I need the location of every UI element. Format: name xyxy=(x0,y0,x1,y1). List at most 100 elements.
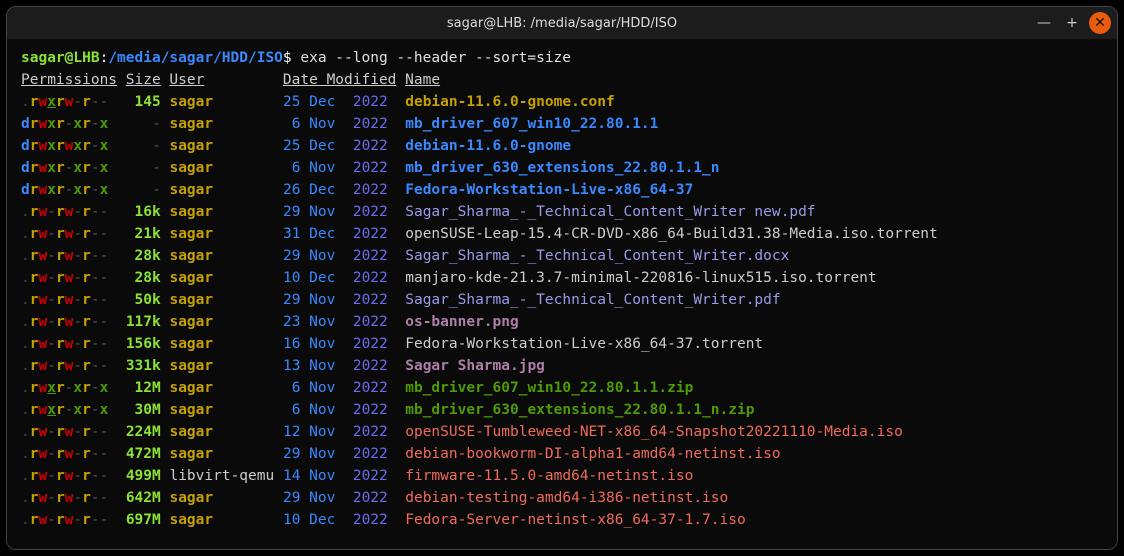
prompt-user-host: sagar@LHB xyxy=(21,50,100,66)
date-year: 2022 xyxy=(353,226,388,242)
date-mon: Nov xyxy=(309,336,335,352)
user-cell: sagar xyxy=(169,490,274,506)
window-controls: — + ✕ xyxy=(1033,7,1111,39)
file-name: mb_driver_607_win10_22.80.1.1 xyxy=(405,116,658,132)
date-year: 2022 xyxy=(353,160,388,176)
size-cell: - xyxy=(126,138,161,154)
date-mon: Nov xyxy=(309,424,335,440)
date-year: 2022 xyxy=(353,116,388,132)
file-name: openSUSE-Tumbleweed-NET-x86_64-Snapshot2… xyxy=(405,424,903,440)
date-mon: Nov xyxy=(309,468,335,484)
date-mon: Nov xyxy=(309,292,335,308)
file-name: debian-11.6.0-gnome xyxy=(405,138,571,154)
size-cell: 16k xyxy=(126,204,161,220)
size-cell: - xyxy=(126,116,161,132)
date-mon: Nov xyxy=(309,116,335,132)
file-name: firmware-11.5.0-amd64-netinst.iso xyxy=(405,468,693,484)
date-day: 6 xyxy=(283,116,300,132)
date-year: 2022 xyxy=(353,94,388,110)
perm-cell: .rwxr-xr-x xyxy=(21,380,108,396)
date-mon: Dec xyxy=(309,182,335,198)
size-cell: 28k xyxy=(126,248,161,264)
file-name: mb_driver_607_win10_22.80.1.1.zip xyxy=(405,380,693,396)
size-cell: 697M xyxy=(126,512,161,528)
file-name: Sagar_Sharma_-_Technical_Content_Writer.… xyxy=(405,248,789,264)
file-name: Fedora-Server-netinst-x86_64-37-1.7.iso xyxy=(405,512,745,528)
size-cell: 21k xyxy=(126,226,161,242)
date-mon: Dec xyxy=(309,138,335,154)
size-cell: 472M xyxy=(126,446,161,462)
col-permissions: Permissions xyxy=(21,72,117,88)
date-mon: Nov xyxy=(309,402,335,418)
date-day: 6 xyxy=(283,380,300,396)
perm-cell: .rwxr-xr-x xyxy=(21,402,108,418)
date-day: 29 xyxy=(283,490,300,506)
maximize-button[interactable]: + xyxy=(1061,12,1083,34)
file-name: Sagar Sharma.jpg xyxy=(405,358,545,374)
date-day: 25 xyxy=(283,94,300,110)
perm-cell: .rw-rw-r-- xyxy=(21,270,108,286)
size-cell: 50k xyxy=(126,292,161,308)
file-name: mb_driver_630_extensions_22.80.1.1_n.zip xyxy=(405,402,754,418)
file-name: Fedora-Workstation-Live-x86_64-37 xyxy=(405,182,693,198)
date-year: 2022 xyxy=(353,402,388,418)
user-cell: sagar xyxy=(169,94,274,110)
terminal-viewport[interactable]: sagar@LHB:/media/sagar/HDD/ISO$ exa --lo… xyxy=(7,39,1117,549)
perm-cell: .rw-rw-r-- xyxy=(21,490,108,506)
close-button[interactable]: ✕ xyxy=(1089,12,1111,34)
perm-cell: drwxr-xr-x xyxy=(21,160,108,176)
date-mon: Nov xyxy=(309,314,335,330)
date-mon: Nov xyxy=(309,380,335,396)
user-cell: sagar xyxy=(169,336,274,352)
date-day: 13 xyxy=(283,358,300,374)
file-name: debian-testing-amd64-i386-netinst.iso xyxy=(405,490,728,506)
perm-cell: .rw-rw-r-- xyxy=(21,248,108,264)
user-cell: sagar xyxy=(169,314,274,330)
size-cell: - xyxy=(126,182,161,198)
size-cell: 30M xyxy=(126,402,161,418)
size-cell: 331k xyxy=(126,358,161,374)
date-year: 2022 xyxy=(353,358,388,374)
date-year: 2022 xyxy=(353,468,388,484)
date-mon: Nov xyxy=(309,248,335,264)
perm-cell: .rw-rw-r-- xyxy=(21,204,108,220)
size-cell: 642M xyxy=(126,490,161,506)
perm-cell: .rw-rw-r-- xyxy=(21,226,108,242)
file-name: openSUSE-Leap-15.4-CR-DVD-x86_64-Build31… xyxy=(405,226,938,242)
file-name: manjaro-kde-21.3.7-minimal-220816-linux5… xyxy=(405,270,876,286)
perm-cell: drwxr-xr-x xyxy=(21,116,108,132)
date-year: 2022 xyxy=(353,270,388,286)
user-cell: sagar xyxy=(169,160,274,176)
date-day: 23 xyxy=(283,314,300,330)
size-cell: 499M xyxy=(126,468,161,484)
size-cell: 12M xyxy=(126,380,161,396)
date-day: 29 xyxy=(283,248,300,264)
date-year: 2022 xyxy=(353,204,388,220)
file-name: mb_driver_630_extensions_22.80.1.1_n xyxy=(405,160,719,176)
date-day: 25 xyxy=(283,138,300,154)
date-mon: Nov xyxy=(309,358,335,374)
user-cell: sagar xyxy=(169,116,274,132)
date-day: 26 xyxy=(283,182,300,198)
date-day: 10 xyxy=(283,512,300,528)
file-name: Sagar_Sharma_-_Technical_Content_Writer.… xyxy=(405,292,780,308)
prompt-symbol: $ xyxy=(283,50,292,66)
date-day: 29 xyxy=(283,292,300,308)
file-name: debian-11.6.0-gnome.conf xyxy=(405,94,615,110)
date-year: 2022 xyxy=(353,292,388,308)
user-cell: sagar xyxy=(169,424,274,440)
minimize-button[interactable]: — xyxy=(1033,12,1055,34)
size-cell: 117k xyxy=(126,314,161,330)
perm-cell: drwxrwxr-x xyxy=(21,138,108,154)
size-cell: - xyxy=(126,160,161,176)
date-day: 31 xyxy=(283,226,300,242)
titlebar[interactable]: sagar@LHB: /media/sagar/HDD/ISO — + ✕ xyxy=(7,7,1117,39)
perm-cell: .rwxrw-r-- xyxy=(21,94,108,110)
date-day: 12 xyxy=(283,424,300,440)
size-cell: 156k xyxy=(126,336,161,352)
perm-cell: .rw-rw-r-- xyxy=(21,446,108,462)
date-day: 14 xyxy=(283,468,300,484)
perm-cell: .rw-rw-r-- xyxy=(21,358,108,374)
user-cell: sagar xyxy=(169,204,274,220)
user-cell: sagar xyxy=(169,292,274,308)
